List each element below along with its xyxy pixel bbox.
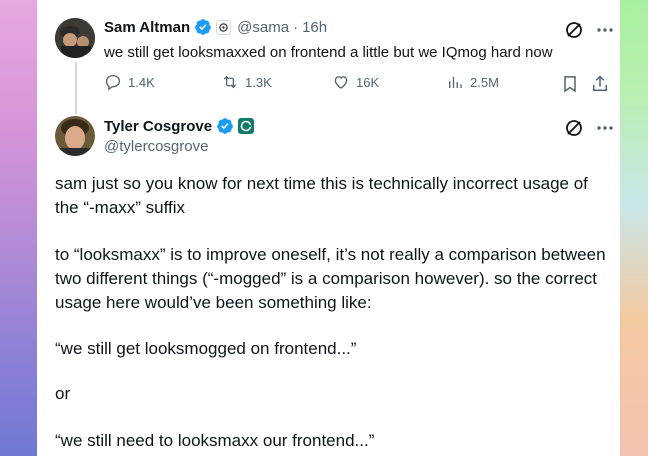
tweet1-action-bar: 1.4K 1.3K 16K 2.5M — [104, 73, 607, 95]
tweet2-handle[interactable]: @tylercosgrove — [104, 138, 208, 155]
tweet1-text: we still get looksmaxxed on frontend a l… — [104, 44, 553, 61]
views-count: 2.5M — [470, 74, 499, 90]
like-count: 16K — [356, 74, 380, 90]
tweet1-time[interactable]: 16h — [302, 19, 327, 36]
org-affiliate-badge-icon — [238, 118, 255, 134]
openai-affiliate-badge-icon — [216, 19, 232, 35]
more-options-icon[interactable] — [596, 21, 614, 39]
tweet2-paragraph-4: or — [55, 384, 71, 403]
thread-connector-line — [75, 62, 77, 114]
tweet2-paragraph-1: sam just so you know for next time this … — [55, 174, 588, 217]
retweet-count: 1.3K — [245, 74, 272, 90]
like-button[interactable]: 16K — [332, 73, 379, 91]
sam-altman-avatar[interactable] — [55, 18, 95, 58]
tyler-cosgrove-avatar[interactable] — [55, 116, 95, 156]
tweet1-author-name[interactable]: Sam Altman — [104, 19, 190, 36]
tweet-thread-card: Sam Altman @sama · 16h we still get look… — [37, 0, 620, 456]
reply-button[interactable]: 1.4K — [104, 73, 155, 91]
retweet-button[interactable]: 1.3K — [221, 73, 272, 91]
tweet2-paragraph-2: to “looksmaxx” is to improve oneself, it… — [55, 245, 606, 312]
tweet2-paragraph-5: “we still need to looksmaxx our frontend… — [55, 431, 375, 450]
tweet2-top-actions — [564, 118, 614, 138]
more-options-icon[interactable] — [596, 119, 614, 137]
tweet2-header: Tyler Cosgrove — [104, 117, 255, 135]
tweet1-separator: · — [293, 18, 299, 36]
grok-icon[interactable] — [564, 20, 584, 40]
verified-badge-icon — [195, 19, 212, 35]
tweet1-handle[interactable]: @sama — [237, 19, 289, 36]
retweet-icon — [223, 75, 237, 89]
grok-icon[interactable] — [564, 118, 584, 138]
reply-count: 1.4K — [128, 74, 155, 90]
heart-icon — [334, 76, 348, 89]
views-chart-icon — [449, 76, 462, 88]
share-icon[interactable] — [590, 74, 610, 94]
views-button[interactable]: 2.5M — [446, 73, 499, 91]
verified-badge-icon — [217, 118, 233, 134]
tweet1-header: Sam Altman @sama · 16h — [104, 18, 327, 36]
tweet2-author-name[interactable]: Tyler Cosgrove — [104, 118, 212, 135]
reply-icon — [105, 74, 121, 91]
tweet1-top-actions — [564, 20, 614, 40]
tweet2-paragraph-3: “we still get looksmogged on frontend...… — [55, 339, 357, 358]
bookmark-icon[interactable] — [560, 74, 580, 94]
